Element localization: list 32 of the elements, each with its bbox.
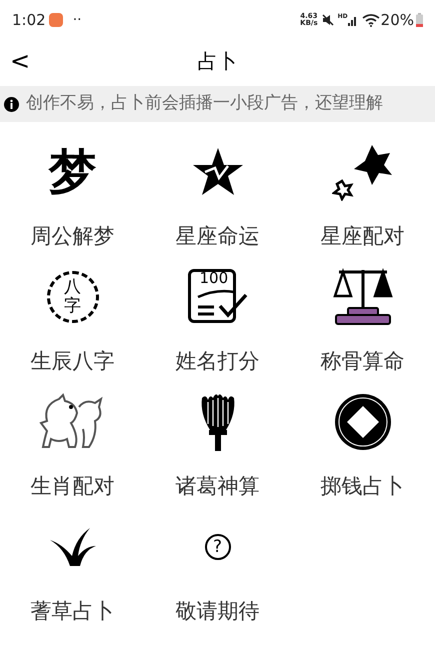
menu-tile[interactable]: 星座命运 (145, 142, 290, 247)
dream-glyph-icon: 梦 (48, 148, 96, 196)
notification-dots: ·· (72, 10, 82, 30)
menu-tile[interactable]: 蓍草占卜 (0, 517, 145, 622)
mute-icon (322, 14, 334, 26)
scale-icon (332, 268, 392, 326)
info-icon (4, 96, 19, 112)
stars-icon (332, 143, 394, 201)
menu-tile[interactable]: 生肖配对 (0, 392, 145, 497)
wifi-icon (362, 14, 380, 26)
checkmark-icon (196, 289, 248, 319)
back-button[interactable]: < (8, 49, 32, 73)
menu-tile[interactable]: 掷钱占卜 (290, 392, 435, 497)
menu-tile[interactable]: 梦 周公解梦 (0, 142, 145, 247)
menu-tile[interactable]: ? 敬请期待 (145, 517, 290, 622)
status-time: 1:02 (12, 10, 46, 31)
battery-percent: 20% (380, 10, 414, 31)
page-title: 占卜 (198, 48, 238, 75)
menu-tile[interactable]: 100 姓名打分 (145, 267, 290, 372)
battery-icon (416, 13, 423, 27)
signal-icon (348, 14, 358, 26)
menu-tile[interactable]: 八字 生辰八字 (0, 267, 145, 372)
seal-icon: 八字 (46, 271, 98, 323)
app-notification-icon (48, 13, 63, 27)
menu-tile[interactable]: 星座配对 (290, 142, 435, 247)
score-text: 100 (200, 271, 228, 286)
help-icon: ? (204, 534, 230, 560)
coin-icon (334, 393, 392, 451)
star-icon (190, 146, 244, 198)
menu-tile[interactable]: 诸葛神算 (145, 392, 290, 497)
menu-tile[interactable]: 称骨算命 (290, 267, 435, 372)
notice-text: 创作不易，占卜前会插播一小段广告，还望理解 (26, 92, 383, 116)
